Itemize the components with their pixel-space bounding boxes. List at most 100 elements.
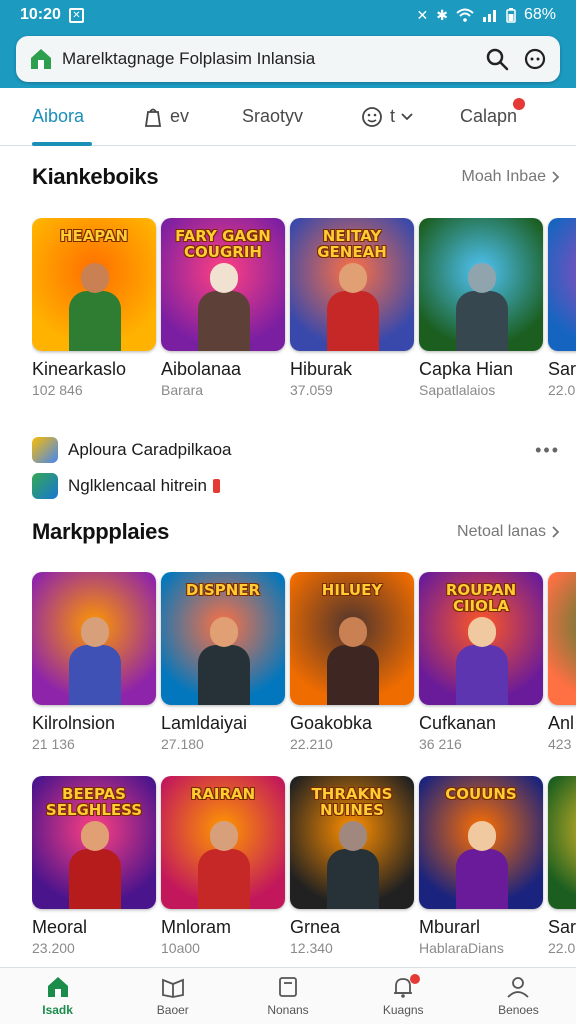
app-row: Kilrolnsion 21 136 DISPNER Lamldaiyai 27.180…: [32, 572, 576, 762]
nav-home[interactable]: Isadk: [0, 968, 115, 1024]
see-more-link[interactable]: Netoal lanas: [457, 523, 560, 541]
assistant-icon[interactable]: [522, 46, 548, 72]
game-character-illustration: [188, 263, 258, 351]
bottom-navigation: Isadk Baoer Nonans Kuagns Benoes: [0, 967, 576, 1024]
nav-profile[interactable]: Benoes: [461, 968, 576, 1024]
search-icon[interactable]: [484, 46, 510, 72]
tab-active-indicator: [32, 141, 93, 146]
app-thumbnail[interactable]: THRAKNS NUINES: [290, 776, 414, 909]
battery-percent: 68%: [523, 6, 556, 23]
tab-label: t: [390, 106, 396, 126]
nav-label: Isadk: [42, 1003, 73, 1017]
game-character-illustration: [59, 263, 129, 351]
category-tabs: Aibora ev Sraotyv t Calapn: [0, 88, 576, 146]
tab-aibora[interactable]: Aibora: [32, 88, 93, 146]
app-thumbnail[interactable]: BEEPAS SELGHLESS: [32, 776, 156, 909]
tab-calapn[interactable]: Calapn: [460, 88, 526, 146]
chevron-right-icon: [552, 526, 560, 538]
app-thumbnail[interactable]: DISPNER: [161, 572, 285, 705]
app-thumbnail[interactable]: ROUPAN CIIOLA: [419, 572, 543, 705]
battery-icon: [506, 7, 516, 23]
app-thumbnail[interactable]: NEITAY GENEAH: [290, 218, 414, 351]
section-header: Markppplaies Netoal lanas: [32, 519, 560, 545]
app-thumbnail[interactable]: [548, 776, 576, 909]
search-bar[interactable]: Marelktagnage Folplasim Inlansia: [16, 36, 560, 82]
wifi-icon: [456, 8, 474, 22]
app-thumbnail[interactable]: COUUNS: [419, 776, 543, 909]
app-row: BEEPAS SELGHLESS Meoral 23.200 RAIRAN Mnlora…: [32, 776, 576, 966]
nav-label: Kuagns: [382, 1003, 424, 1017]
app-card[interactable]: COUUNS Mburarl HablaraDians: [419, 776, 543, 956]
promo-label: Aploura Caradpilkaoa: [68, 440, 232, 459]
promo-item[interactable]: Nglklencaal hitrein: [32, 472, 560, 500]
app-card[interactable]: NEITAY GENEAH Hiburak 37.059: [290, 218, 414, 398]
app-thumbnail[interactable]: HEAPAN: [32, 218, 156, 351]
more-options-icon[interactable]: •••: [535, 440, 560, 461]
app-subtitle: 10a00: [161, 940, 200, 956]
tab-ev[interactable]: ev: [142, 88, 189, 146]
app-thumbnail[interactable]: RAIRAN: [161, 776, 285, 909]
app-thumbnail[interactable]: HILUEY: [290, 572, 414, 705]
tab-sraotyv[interactable]: Sraotyv: [242, 88, 303, 146]
app-card[interactable]: THRAKNS NUINES Grnea 12.340: [290, 776, 414, 956]
app-subtitle: 23.200: [32, 940, 75, 956]
app-name: Mnloram: [161, 917, 232, 937]
promo-item[interactable]: Aploura Caradpilkaoa •••: [32, 436, 560, 464]
app-card[interactable]: ROUPAN CIIOLA Cufkanan 36 216: [419, 572, 543, 752]
see-more-label: Moah Inbae: [461, 168, 546, 185]
status-bar: 10:20 ✕ ✕ ✱ 68%: [0, 0, 576, 30]
app-subtitle: 12.340: [290, 940, 333, 956]
app-thumbnail[interactable]: FARY GAGN COUGRIH: [161, 218, 285, 351]
thumbnail-banner-text: FARY GAGN COUGRIH: [175, 227, 271, 261]
search-header: Marelktagnage Folplasim Inlansia: [0, 30, 576, 88]
app-card[interactable]: Sar 22.0: [548, 218, 576, 398]
face-icon: [362, 106, 382, 127]
app-subtitle: Barara: [161, 382, 204, 398]
app-thumbnail[interactable]: [548, 218, 576, 351]
app-row: HEAPAN Kinearkaslo 102 846 FARY GAGN COUGRI…: [32, 218, 576, 408]
tab-t[interactable]: t: [360, 88, 413, 146]
app-card[interactable]: Capka Hian Sapatlalaios: [419, 218, 543, 398]
see-more-label: Netoal lanas: [457, 523, 546, 540]
app-subtitle: 22.210: [290, 736, 333, 752]
app-card[interactable]: HILUEY Goakobka 22.210: [290, 572, 414, 752]
app-name: Goakobka: [290, 713, 373, 733]
app-subtitle: 21 136: [32, 736, 75, 752]
app-name: Kinearkaslo: [32, 359, 127, 379]
app-card[interactable]: Sar 22.0: [548, 776, 576, 956]
app-card[interactable]: Kilrolnsion 21 136: [32, 572, 156, 752]
nav-apps[interactable]: Nonans: [230, 968, 345, 1024]
app-thumbnail[interactable]: [32, 572, 156, 705]
nav-label: Baoer: [156, 1003, 189, 1017]
app-name: Kilrolnsion: [32, 713, 116, 733]
app-thumbnail[interactable]: [548, 572, 576, 705]
app-thumbnail[interactable]: [419, 218, 543, 351]
store-home-icon[interactable]: [28, 46, 54, 72]
tab-label: ev: [170, 106, 190, 126]
nav-label: Nonans: [267, 1003, 309, 1017]
see-more-link[interactable]: Moah Inbae: [461, 168, 560, 186]
app-subtitle: 22.0: [548, 382, 576, 398]
app-name: Sar: [548, 359, 576, 379]
thumbnail-banner-text: DISPNER: [185, 581, 261, 599]
app-card[interactable]: FARY GAGN COUGRIH Aibolanaa Barara: [161, 218, 285, 398]
app-card[interactable]: DISPNER Lamldaiyai 27.180: [161, 572, 285, 752]
app-card[interactable]: Anl 423: [548, 572, 576, 752]
thumbnail-banner-text: RAIRAN: [190, 785, 256, 803]
search-input[interactable]: Marelktagnage Folplasim Inlansia: [62, 49, 472, 69]
game-character-illustration: [59, 617, 129, 705]
app-card[interactable]: HEAPAN Kinearkaslo 102 846: [32, 218, 156, 398]
chevron-right-icon: [552, 171, 560, 183]
signal-icon: [482, 10, 496, 22]
book-icon: [161, 978, 184, 998]
app-card[interactable]: RAIRAN Mnloram 10a00: [161, 776, 285, 956]
nav-label: Benoes: [498, 1003, 539, 1017]
nav-games[interactable]: Baoer: [115, 968, 230, 1024]
app-icon: [32, 473, 58, 499]
game-character-illustration: [317, 821, 387, 909]
nav-notifications[interactable]: Kuagns: [346, 968, 461, 1024]
bag-icon: [144, 108, 162, 127]
app-name: Anl: [548, 713, 575, 733]
app-subtitle: 423: [548, 736, 572, 752]
app-card[interactable]: BEEPAS SELGHLESS Meoral 23.200: [32, 776, 156, 956]
